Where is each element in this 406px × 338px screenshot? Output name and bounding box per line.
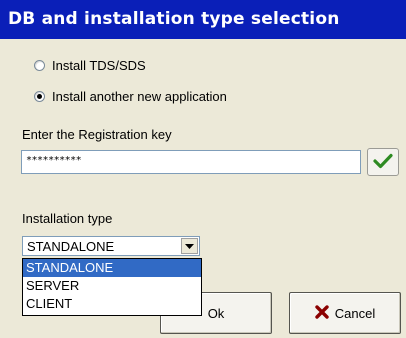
installation-type-dropdown-list: STANDALONE SERVER CLIENT bbox=[22, 258, 202, 316]
installation-type-value: STANDALONE bbox=[27, 238, 115, 254]
confirm-key-button[interactable] bbox=[367, 148, 399, 176]
radio-install-tds[interactable]: Install TDS/SDS bbox=[34, 56, 146, 74]
radio-label-tds: Install TDS/SDS bbox=[52, 57, 146, 73]
dropdown-option-client[interactable]: CLIENT bbox=[23, 295, 201, 313]
installation-dialog: DB and installation type selection Insta… bbox=[0, 0, 406, 338]
dialog-title: DB and installation type selection bbox=[0, 0, 406, 39]
installation-type-select[interactable]: STANDALONE bbox=[22, 236, 200, 256]
dropdown-arrow-button[interactable] bbox=[181, 238, 198, 254]
cancel-button-label: Cancel bbox=[334, 305, 376, 321]
dropdown-option-server[interactable]: SERVER bbox=[23, 277, 201, 295]
checkmark-icon bbox=[373, 153, 393, 172]
chevron-down-icon bbox=[185, 243, 194, 249]
dropdown-option-standalone[interactable]: STANDALONE bbox=[23, 259, 201, 277]
radio-button-tds[interactable] bbox=[34, 59, 45, 71]
radio-label-new: Install another new application bbox=[52, 88, 227, 104]
radio-install-new[interactable]: Install another new application bbox=[34, 87, 227, 105]
radio-button-new[interactable] bbox=[34, 90, 45, 102]
x-icon bbox=[315, 304, 335, 322]
installation-type-label: Installation type bbox=[22, 211, 113, 226]
registration-key-label: Enter the Registration key bbox=[22, 127, 172, 142]
cancel-button[interactable]: Cancel bbox=[289, 292, 401, 334]
registration-key-input[interactable]: ********** bbox=[21, 150, 361, 174]
ok-button-label: Ok bbox=[207, 305, 225, 321]
